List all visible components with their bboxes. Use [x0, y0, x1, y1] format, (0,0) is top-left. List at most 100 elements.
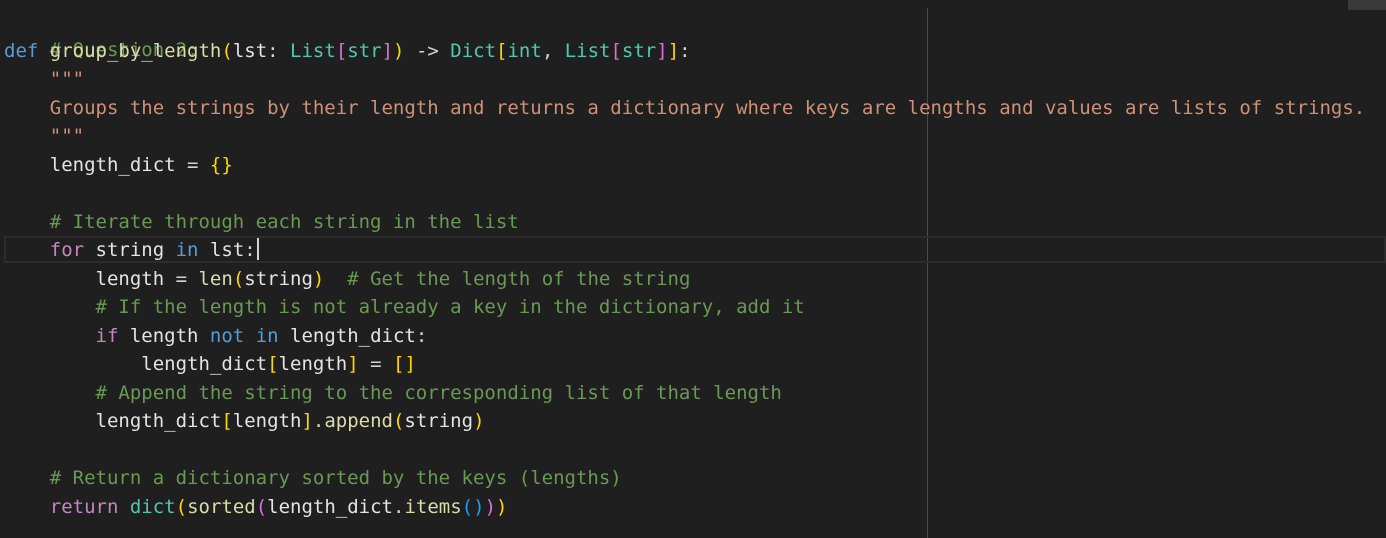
- punct: :: [415, 325, 428, 347]
- code-line-5: """: [4, 122, 84, 150]
- comment: # Append the string to the corresponding…: [4, 382, 782, 404]
- bracket: ]: [381, 40, 394, 62]
- comment: # If the length is not already a key in …: [4, 296, 805, 318]
- scrollbar-thumb[interactable]: [1348, 0, 1386, 10]
- builtin-function: dict: [129, 496, 176, 518]
- punct: :: [267, 40, 291, 62]
- paren: ): [473, 496, 485, 518]
- paren: (: [392, 410, 405, 432]
- variable: string: [84, 239, 176, 261]
- bracket: [: [610, 40, 622, 62]
- text-cursor: [256, 238, 259, 260]
- type-name: str: [347, 40, 382, 62]
- comment: # Iterate through each string in the lis…: [4, 211, 519, 233]
- paren: ): [484, 496, 497, 518]
- code-line-8: # Iterate through each string in the lis…: [4, 208, 519, 236]
- comment: # Return a dictionary sorted by the keys…: [4, 467, 622, 489]
- code-line-1: # Question 2:: [4, 8, 199, 61]
- code-line-2: def group_by_length(lst: List[str]) -> D…: [4, 37, 691, 65]
- code-line-17: # Return a dictionary sorted by the keys…: [4, 464, 622, 492]
- code-line-12: if length not in length_dict:: [4, 322, 428, 350]
- type-name: List: [564, 40, 611, 62]
- variable: length: [4, 268, 165, 290]
- function-name: group_by_length: [49, 40, 222, 62]
- variable: length_dict: [4, 353, 268, 375]
- variable: length: [278, 353, 348, 375]
- operator: =: [358, 353, 393, 375]
- operator: =: [175, 154, 210, 176]
- keyword-in: in: [175, 239, 199, 261]
- method: .items: [393, 496, 462, 518]
- code-line-3: """: [4, 65, 84, 93]
- code-line-18: return dict(sorted(length_dict.items())): [4, 493, 508, 521]
- paren: (: [255, 496, 268, 518]
- argument: string: [404, 410, 474, 432]
- variable: length_dict: [4, 154, 176, 176]
- method: .append: [312, 410, 393, 432]
- paren: (: [221, 40, 233, 62]
- bracket: ]: [667, 40, 680, 62]
- paren: (: [175, 496, 188, 518]
- keyword-if: if: [95, 325, 119, 347]
- paren: ): [393, 40, 405, 62]
- keyword-not: not: [209, 325, 245, 347]
- arrow: ->: [404, 40, 451, 62]
- bracket: ]: [656, 40, 668, 62]
- keyword-return: return: [49, 496, 119, 518]
- punct: :: [244, 239, 256, 261]
- bracket: [: [221, 410, 233, 432]
- keyword-def: def: [4, 40, 39, 62]
- keyword-in: in: [255, 325, 279, 347]
- bracket: ]: [301, 410, 313, 432]
- bracket: [: [392, 353, 405, 375]
- type-name: int: [507, 40, 542, 62]
- type-name: Dict: [450, 40, 497, 62]
- code-line-4: Groups the strings by their length and r…: [4, 94, 1366, 122]
- paren: ): [473, 410, 485, 432]
- column-ruler: [927, 8, 928, 538]
- code-editor[interactable]: # Question 2: def group_by_length(lst: L…: [0, 0, 1386, 538]
- paren: (: [232, 268, 245, 290]
- docstring-delimiter: """: [4, 68, 85, 90]
- brace: }: [221, 154, 233, 176]
- variable: length_dict: [4, 410, 222, 432]
- keyword-for: for: [49, 239, 85, 261]
- builtin-function: sorted: [187, 496, 256, 518]
- code-line-6: length_dict = {}: [4, 151, 233, 179]
- builtin-function: len: [198, 268, 233, 290]
- code-line-11: # If the length is not already a key in …: [4, 293, 805, 321]
- param: lst: [232, 40, 268, 62]
- paren: ): [496, 496, 508, 518]
- brace: {: [209, 154, 222, 176]
- code-line-9: for string in lst:: [4, 236, 259, 264]
- bracket: [: [335, 40, 348, 62]
- code-line-15: length_dict[length].append(string): [4, 407, 485, 435]
- paren: (: [461, 496, 474, 518]
- bracket: ]: [404, 353, 416, 375]
- bracket: [: [267, 353, 279, 375]
- bracket: ]: [347, 353, 359, 375]
- variable: lst: [198, 239, 245, 261]
- operator: =: [164, 268, 199, 290]
- type-name: List: [290, 40, 336, 62]
- argument: string: [244, 268, 313, 290]
- variable: length: [232, 410, 302, 432]
- paren: ): [312, 268, 325, 290]
- variable: length_dict: [278, 325, 416, 347]
- punct: ,: [541, 40, 565, 62]
- type-name: str: [621, 40, 657, 62]
- inline-comment: # Get the length of the string: [324, 268, 691, 290]
- variable: length: [118, 325, 210, 347]
- variable: length_dict: [267, 496, 394, 518]
- docstring-text: Groups the strings by their length and r…: [4, 97, 1366, 119]
- code-line-13: length_dict[length] = []: [4, 350, 416, 378]
- punct: :: [679, 40, 691, 62]
- docstring-delimiter: """: [4, 125, 85, 147]
- code-line-14: # Append the string to the corresponding…: [4, 379, 782, 407]
- code-line-10: length = len(string) # Get the length of…: [4, 265, 691, 293]
